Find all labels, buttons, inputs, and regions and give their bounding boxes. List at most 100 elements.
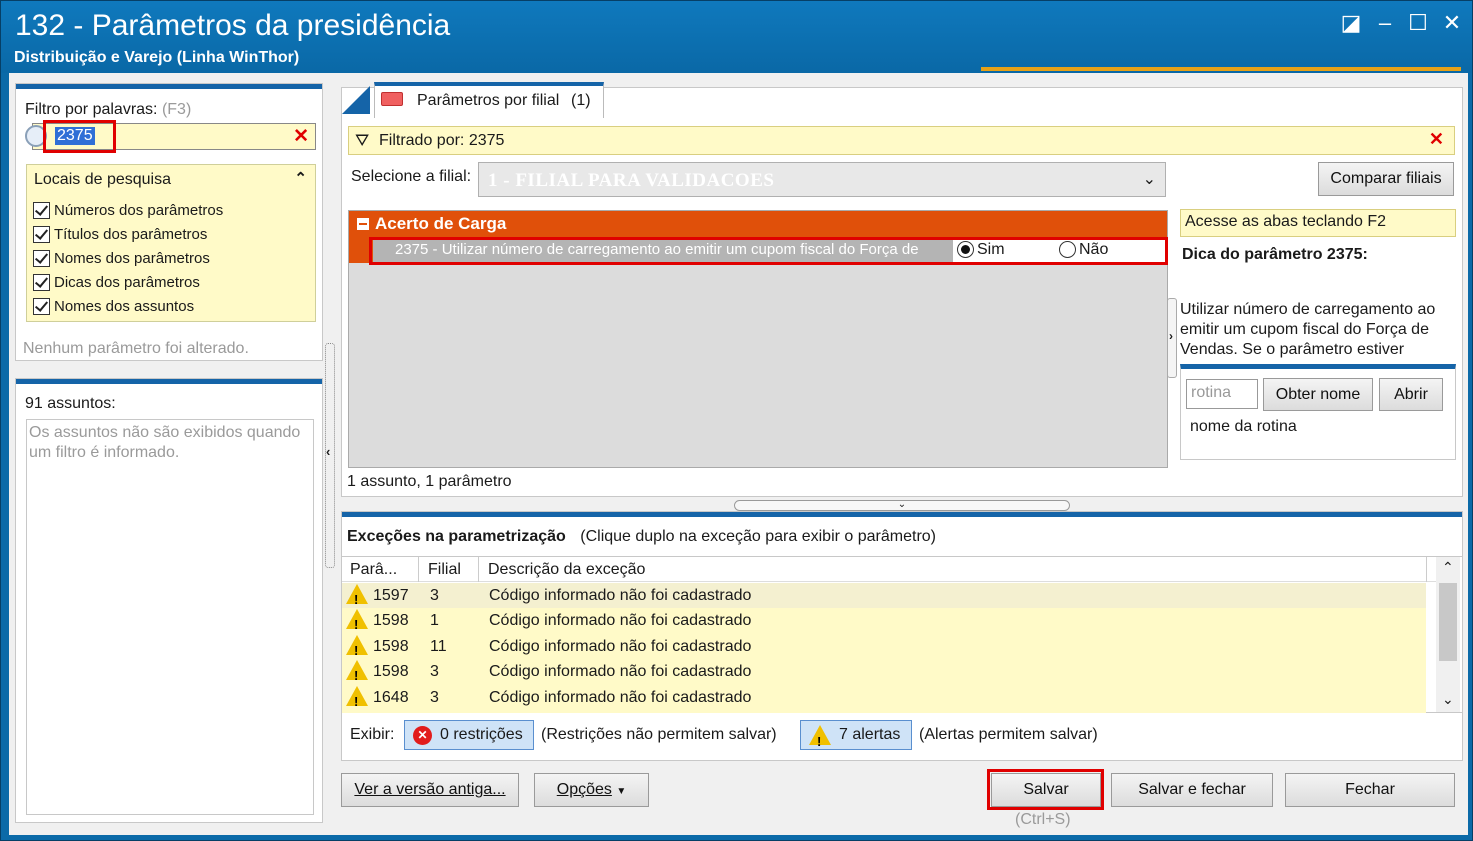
tab-tip: Acesse as abas teclando F2 (1180, 209, 1456, 237)
funnel-icon: ⛛ (355, 131, 370, 150)
table-row[interactable]: 1598 11 Código informado não foi cadastrad… (342, 634, 1426, 663)
option-label: Nomes dos parâmetros (54, 249, 210, 267)
column-header-param[interactable]: Parâ... (350, 557, 397, 582)
chevron-down-icon: ⌄ (1142, 171, 1156, 188)
options-button[interactable]: Opções ▼ (534, 773, 649, 807)
row-description: Código informado não foi cadastrado (489, 587, 752, 604)
subjects-message: Os assuntos não são exibidos quando um f… (26, 419, 314, 815)
alerts-label: 7 alertas (839, 726, 901, 743)
row-branch: 3 (430, 689, 439, 706)
collapse-group-icon[interactable] (357, 218, 369, 230)
tab-label: Parâmetros por filial (417, 92, 560, 109)
panel-accent (16, 84, 322, 89)
scroll-thumb[interactable] (1439, 583, 1457, 661)
table-header: Parâ... Filial Descrição da exceção (342, 557, 1445, 582)
panel-accent (342, 512, 1462, 517)
checkbox[interactable] (33, 225, 50, 243)
app-window: 132 - Parâmetros da presidência Distribu… (0, 0, 1473, 841)
branch-select[interactable]: 1 - FILIAL PARA VALIDACOES ⌄ (478, 162, 1166, 197)
exceptions-title: Exceções na parametrização (347, 528, 566, 545)
checkbox[interactable] (33, 201, 50, 219)
chevron-left-icon[interactable]: ‹ (326, 444, 330, 459)
checkbox[interactable] (33, 273, 50, 291)
routine-input[interactable]: rotina (1186, 379, 1258, 409)
option-label: Números dos parâmetros (54, 201, 224, 219)
chevron-down-icon[interactable]: ⌄ (898, 499, 906, 510)
vertical-splitter[interactable]: ⌄ (734, 500, 1070, 511)
alerts-note: (Alertas permitem salvar) (919, 726, 1098, 743)
status-text: Nenhum parâmetro foi alterado. (23, 340, 249, 357)
table-body: 1597 3 Código informado não foi cadastrado… (342, 583, 1426, 714)
row-branch: 3 (430, 587, 439, 604)
restrictions-note: (Restrições não permitem salvar) (541, 726, 777, 743)
highlight-save (987, 769, 1104, 810)
row-branch: 11 (430, 638, 447, 655)
scroll-down-icon[interactable]: ⌄ (1442, 691, 1454, 708)
subjects-title: 91 assuntos: (25, 395, 116, 412)
tab-params-by-branch[interactable]: Parâmetros por filial (1) (374, 82, 604, 118)
restore-layout-icon[interactable]: ◪ (1337, 9, 1365, 37)
warning-icon (346, 584, 368, 612)
table-scrollbar[interactable]: ⌃ ⌄ (1436, 557, 1460, 712)
row-param: 1598 (373, 638, 409, 655)
chevron-right-icon[interactable]: › (1169, 329, 1173, 343)
table-row[interactable]: 1597 3 Código informado não foi cadastrado (342, 583, 1426, 612)
folder-icon (381, 92, 403, 106)
checkbox[interactable] (33, 297, 50, 315)
search-locations: Locais de pesquisa ⌃ Números dos parâmet… (26, 164, 316, 322)
save-close-button[interactable]: Salvar e fechar (1111, 773, 1273, 807)
scroll-up-icon[interactable]: ⌃ (1442, 559, 1454, 576)
hint-text: Utilizar número de carregamento ao emiti… (1180, 301, 1436, 358)
restrictions-button[interactable]: ✕ 0 restrições (404, 720, 534, 750)
subjects-panel: 91 assuntos: Os assuntos não são exibido… (15, 378, 323, 823)
table-row[interactable]: 1598 1 Código informado não foi cadastrado (342, 608, 1426, 637)
routine-box: rotina Obter nome Abrir nome da rotina (1180, 364, 1456, 460)
row-param: 1598 (373, 663, 409, 680)
row-description: Código informado não foi cadastrado (489, 663, 752, 680)
row-branch: 1 (430, 612, 439, 629)
old-version-button[interactable]: Ver a versão antiga... (341, 773, 519, 807)
client-area: Filtro por palavras: (F3) 2375 ✕ Locais … (9, 73, 1468, 835)
compare-branches-button[interactable]: Comparar filiais (1318, 162, 1454, 196)
option-param-titles[interactable]: Títulos dos parâmetros (33, 222, 223, 246)
row-description: Código informado não foi cadastrado (489, 638, 752, 655)
show-label: Exibir: (350, 726, 395, 743)
summary-text: 1 assunto, 1 parâmetro (347, 473, 512, 490)
option-param-names[interactable]: Nomes dos parâmetros (33, 246, 223, 270)
error-icon: ✕ (413, 726, 432, 745)
table-row[interactable]: 1598 3 Código informado não foi cadastrado (342, 659, 1426, 688)
row-description: Código informado não foi cadastrado (489, 689, 752, 706)
minimize-icon[interactable]: – (1371, 9, 1399, 37)
params-panel: Parâmetros por filial (1) ⛛ Filtrado por… (341, 82, 1463, 497)
option-param-numbers[interactable]: Números dos parâmetros (33, 198, 223, 222)
warning-icon (346, 635, 368, 663)
clear-filter-icon[interactable]: ✕ (293, 125, 309, 148)
highlight-parameter (369, 237, 1168, 265)
column-header-branch[interactable]: Filial (428, 557, 461, 582)
search-locations-title: Locais de pesquisa (34, 171, 171, 188)
routine-name-label: nome da rotina (1190, 418, 1297, 435)
warning-icon (809, 725, 831, 756)
close-button[interactable]: Fechar (1285, 773, 1455, 807)
hint-splitter[interactable]: › (1167, 298, 1177, 378)
option-subject-names[interactable]: Nomes dos assuntos (33, 294, 223, 318)
close-icon[interactable]: ✕ (1438, 9, 1466, 37)
open-button[interactable]: Abrir (1379, 378, 1443, 411)
clear-banner-icon[interactable]: ✕ (1429, 129, 1444, 150)
checkbox[interactable] (33, 249, 50, 267)
splitter-handle[interactable]: ‹ (325, 343, 335, 568)
group-title: Acerto de Carga (375, 214, 507, 233)
group-header[interactable]: Acerto de Carga (349, 211, 1167, 237)
warning-icon (346, 660, 368, 688)
collapse-icon[interactable]: ⌃ (294, 169, 307, 187)
tab-count: (1) (571, 92, 591, 109)
get-name-button[interactable]: Obter nome (1263, 378, 1373, 411)
maximize-icon[interactable]: ☐ (1404, 9, 1432, 37)
warning-icon (346, 609, 368, 637)
column-header-description[interactable]: Descrição da exceção (488, 557, 645, 582)
row-param: 1598 (373, 612, 409, 629)
table-row[interactable]: 1648 3 Código informado não foi cadastrado (342, 685, 1426, 714)
title-bar: 132 - Parâmetros da presidência Distribu… (1, 1, 1472, 73)
option-param-hints[interactable]: Dicas dos parâmetros (33, 270, 223, 294)
alerts-button[interactable]: 7 alertas (800, 720, 912, 756)
